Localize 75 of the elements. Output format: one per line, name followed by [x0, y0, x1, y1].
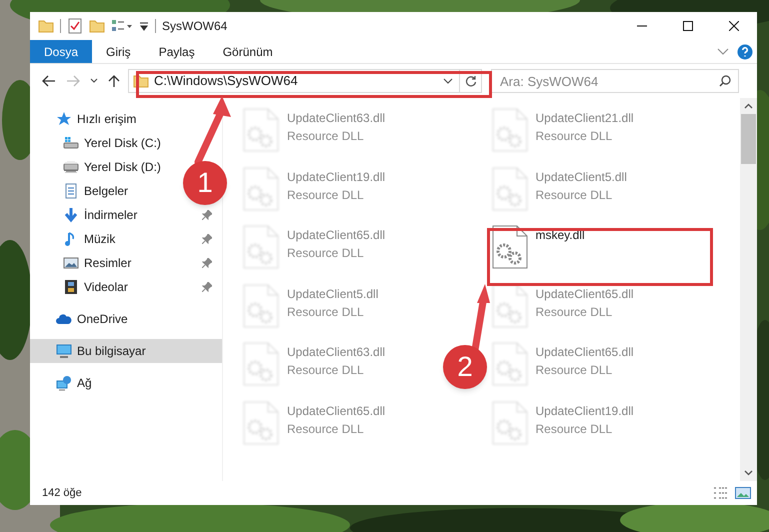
navigation-item[interactable]: Yerel Disk (D:): [30, 155, 171, 179]
star-icon: [56, 111, 72, 127]
navigation-item[interactable]: OneDrive: [30, 307, 138, 331]
back-arrow-icon[interactable]: [42, 75, 56, 87]
file-name[interactable]: UpdateClient5.dll: [536, 168, 627, 186]
file-name[interactable]: UpdateClient65.dll: [287, 226, 386, 244]
file-name[interactable]: UpdateClient19.dll: [287, 168, 386, 186]
search-icon: [719, 75, 731, 87]
file-name[interactable]: UpdateClient65.dll: [536, 284, 634, 302]
navigation-item[interactable]: Ağ: [30, 371, 102, 395]
dropdown-chevron-icon[interactable]: [443, 78, 453, 84]
file-name[interactable]: UpdateClient63.dll: [287, 343, 386, 361]
navigation-item[interactable]: Yerel Disk (C:): [30, 131, 171, 155]
down-arrow-icon: [63, 207, 79, 223]
monitor-icon: [56, 343, 72, 359]
navigation-item[interactable]: Bu bilgisayar: [30, 339, 222, 363]
file-type: Resource DLL: [287, 245, 365, 262]
file-type: Resource DLL: [287, 186, 365, 204]
gear-file-icon[interactable]: [492, 225, 528, 269]
file-name[interactable]: mskey.dll: [536, 226, 585, 244]
search-field[interactable]: Ara: SysWOW64: [491, 69, 739, 93]
navigation-item[interactable]: Belgeler: [30, 179, 138, 203]
vertical-scrollbar[interactable]: [740, 98, 757, 481]
film-icon: [63, 279, 79, 295]
file-type: Resource DLL: [287, 304, 365, 320]
file-name[interactable]: UpdateClient5.dll: [287, 284, 378, 302]
navigation-item[interactable]: Hızlı erişim: [30, 107, 146, 131]
properties-icon[interactable]: [67, 18, 83, 34]
folder-icon[interactable]: [38, 19, 54, 33]
details-view-icon[interactable]: [713, 486, 729, 500]
drive-icon: [63, 159, 79, 175]
navigation-item[interactable]: Videolar: [30, 275, 222, 299]
file-type: Resource DLL: [287, 420, 365, 438]
file-type: Resource DLL: [536, 420, 614, 438]
close-icon: [729, 21, 739, 31]
file-name[interactable]: UpdateClient65.dll: [287, 402, 386, 420]
large-icons-view-icon[interactable]: [735, 486, 751, 500]
scroll-up-icon[interactable]: [744, 103, 753, 109]
pointer-arrow: [194, 96, 231, 166]
picture-icon: [63, 255, 79, 271]
file-type: Resource DLL: [536, 362, 614, 379]
help-icon[interactable]: [737, 44, 753, 60]
file-type: Resource DLL: [536, 128, 614, 145]
file-type: Resource DLL: [536, 186, 614, 204]
up-arrow-icon[interactable]: [108, 74, 120, 88]
maximize-icon: [683, 21, 693, 31]
new-folder-icon[interactable]: [89, 19, 105, 33]
navigation-item[interactable]: Müzik: [30, 227, 222, 251]
file-name[interactable]: UpdateClient21.dll: [536, 109, 634, 127]
scroll-down-icon[interactable]: [744, 470, 753, 476]
drive-icon: [63, 135, 79, 151]
expand-ribbon-icon[interactable]: [717, 48, 729, 56]
file-name[interactable]: UpdateClient65.dll: [536, 343, 634, 361]
ribbon-tab[interactable]: Görünüm: [208, 40, 287, 63]
navigation-item[interactable]: İndirmeler: [30, 203, 222, 227]
ribbon-tab[interactable]: Paylaş: [144, 40, 209, 63]
navigation-item[interactable]: Resimler: [30, 251, 222, 275]
address-field[interactable]: C:\Windows\SysWOW64: [128, 69, 482, 93]
ribbon-tab[interactable]: Giriş: [92, 40, 145, 63]
network-icon: [56, 375, 72, 391]
file-name[interactable]: UpdateClient19.dll: [536, 402, 634, 420]
recent-locations-icon[interactable]: [90, 78, 98, 84]
document-icon: [63, 183, 79, 199]
refresh-icon: [464, 75, 476, 87]
window-title: SysWOW64: [162, 18, 228, 35]
file-type: Resource DLL: [287, 128, 365, 145]
file-type: Resource DLL: [536, 304, 614, 320]
file-name[interactable]: UpdateClient63.dll: [287, 109, 386, 127]
view-options-icon[interactable]: [111, 19, 133, 33]
item-count: 142 öğe: [42, 486, 82, 501]
scroll-thumb[interactable]: [741, 114, 756, 164]
file-type: Resource DLL: [287, 362, 365, 379]
customize-toolbar-icon[interactable]: [139, 20, 149, 32]
address-path: C:\Windows\SysWOW64: [154, 72, 298, 90]
ribbon-tab[interactable]: Dosya: [30, 40, 92, 63]
